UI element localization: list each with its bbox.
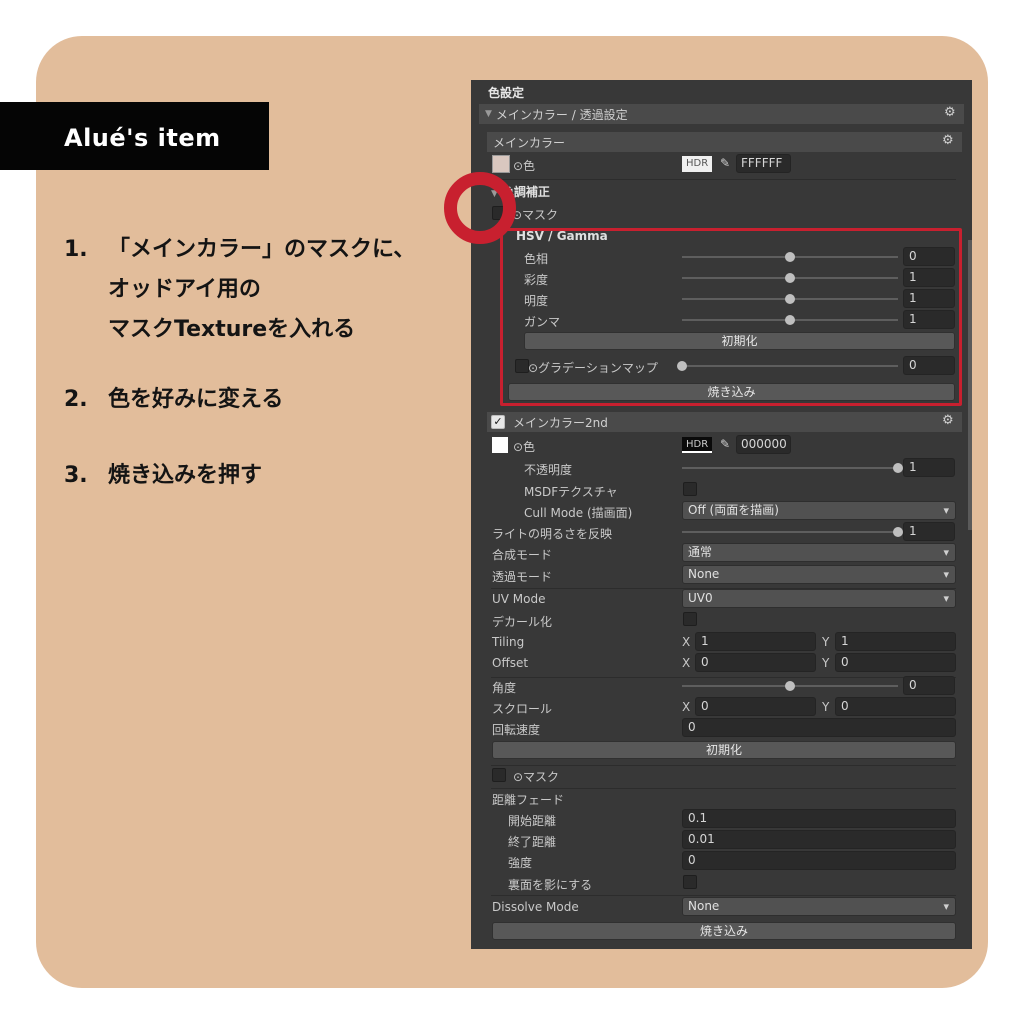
step-3: 3. 焼き込みを押す (64, 456, 415, 496)
badge-text: Alué's item (64, 124, 221, 152)
uv-mode-dropdown[interactable]: UV0 (682, 589, 956, 608)
divider (491, 788, 956, 789)
rotate-speed-field[interactable]: 0 (682, 718, 956, 737)
main-color-2nd-hex[interactable]: 000000 (736, 435, 791, 454)
tiling-y-field[interactable]: 1 (835, 632, 956, 651)
scroll-x-field[interactable]: 0 (695, 697, 816, 716)
section-header-label: メインカラー / 透過設定 (495, 107, 628, 122)
fade-start-label: 開始距離 (508, 814, 557, 828)
divider (491, 765, 956, 766)
axis-y-label: Y (822, 635, 830, 649)
gear-icon[interactable]: ⚙ (944, 106, 956, 119)
msdf-checkbox[interactable] (683, 482, 697, 496)
dissolve-mode-dropdown[interactable]: None (682, 897, 956, 916)
panel-title: 色設定 (488, 86, 525, 100)
mask-2nd-slot[interactable] (492, 768, 506, 782)
main-color-2nd-header-label: メインカラー2nd (513, 415, 608, 430)
tiling-label: Tiling (492, 635, 525, 649)
axis-x-label: X (682, 656, 691, 670)
dissolve-mode-label: Dissolve Mode (492, 900, 579, 914)
divider (491, 677, 956, 678)
cull-mode-label: Cull Mode (描画面) (524, 506, 633, 520)
author-badge: Alué's item (0, 102, 269, 170)
hdr-tag: HDR (682, 437, 713, 453)
offset-label: Offset (492, 656, 529, 670)
scroll-label: スクロール (492, 702, 553, 716)
offset-x-field[interactable]: 0 (695, 653, 816, 672)
rotate-speed-label: 回転速度 (492, 723, 541, 737)
strength-label: 強度 (508, 856, 533, 870)
main-color-2nd-color-label: ⊙色 (513, 440, 536, 454)
mask-label: ⊙マスク (512, 208, 559, 222)
eyedropper-icon[interactable]: ✎ (720, 156, 730, 170)
light-label: ライトの明るさを反映 (492, 527, 613, 541)
section-header-main[interactable]: ▼ メインカラー / 透過設定 ⚙ (479, 104, 964, 124)
backface-shadow-label: 裏面を影にする (508, 878, 593, 892)
distance-fade-label: 距離フェード (492, 793, 565, 807)
step-text: 焼き込みを押す (108, 463, 263, 488)
step-number: 2. (64, 387, 88, 412)
backface-shadow-checkbox[interactable] (683, 875, 697, 889)
slider-knob[interactable] (893, 527, 903, 537)
step-text: 「メインカラー」のマスクに、 オッドアイ用の マスクTextureを入れる (108, 237, 416, 342)
main-color-header[interactable]: メインカラー ⚙ (487, 132, 962, 152)
tiling-x-field[interactable]: 1 (695, 632, 816, 651)
blend-mode-label: 合成モード (492, 548, 553, 562)
main-texture-thumbnail[interactable] (492, 155, 510, 173)
step-2: 2. 色を好みに変える (64, 380, 415, 420)
step-text: 色を好みに変える (108, 387, 284, 412)
cull-mode-dropdown[interactable]: Off (両面を描画) (682, 501, 956, 520)
fade-end-label: 終了距離 (508, 835, 557, 849)
main-color-2nd-texture[interactable] (492, 437, 508, 453)
decal-label: デカール化 (492, 615, 553, 629)
foldout-arrow-icon[interactable]: ▼ (485, 109, 492, 119)
angle-field[interactable]: 0 (903, 676, 955, 695)
decal-checkbox[interactable] (683, 612, 697, 626)
opacity-label: 不透明度 (524, 463, 573, 477)
main-color-hex[interactable]: FFFFFF (736, 154, 791, 173)
offset-y-field[interactable]: 0 (835, 653, 956, 672)
highlight-ring (444, 172, 516, 244)
checkbox-icon[interactable]: ✓ (491, 415, 505, 429)
main-color-label: ⊙色 (513, 159, 536, 173)
highlight-box (500, 228, 962, 406)
strength-field[interactable]: 0 (682, 851, 956, 870)
angle-label: 角度 (492, 681, 517, 695)
scrollbar[interactable] (968, 240, 972, 530)
mask-2nd-label: ⊙マスク (513, 770, 560, 784)
step-number: 3. (64, 463, 88, 488)
reset-uv-button[interactable]: 初期化 (492, 741, 956, 759)
alpha-mode-label: 透過モード (492, 570, 553, 584)
step-1: 1. 「メインカラー」のマスクに、 オッドアイ用の マスクTextureを入れる (64, 230, 415, 350)
msdf-label: MSDFテクスチャ (524, 485, 618, 499)
axis-y-label: Y (822, 700, 830, 714)
divider (491, 895, 956, 896)
hdr-tag: HDR (682, 156, 713, 172)
divider (487, 179, 956, 180)
bake-button-2nd[interactable]: 焼き込み (492, 922, 956, 940)
main-color-2nd-header[interactable]: ✓ メインカラー2nd ⚙ (487, 412, 962, 432)
axis-x-label: X (682, 635, 691, 649)
uv-mode-label: UV Mode (492, 592, 546, 606)
scroll-y-field[interactable]: 0 (835, 697, 956, 716)
inspector-panel: 色設定 ▼ メインカラー / 透過設定 ⚙ メインカラー ⚙ ⊙色 HDR ✎ … (471, 80, 972, 949)
eyedropper-icon[interactable]: ✎ (720, 437, 730, 451)
slider-knob[interactable] (893, 463, 903, 473)
axis-y-label: Y (822, 656, 830, 670)
main-color-header-label: メインカラー (493, 135, 566, 150)
gear-icon[interactable]: ⚙ (942, 134, 954, 147)
slider-knob[interactable] (785, 681, 795, 691)
axis-x-label: X (682, 700, 691, 714)
instruction-steps: 1. 「メインカラー」のマスクに、 オッドアイ用の マスクTextureを入れる… (64, 230, 415, 496)
fade-start-field[interactable]: 0.1 (682, 809, 956, 828)
slider-track[interactable] (682, 467, 898, 469)
fade-end-field[interactable]: 0.01 (682, 830, 956, 849)
alpha-mode-dropdown[interactable]: None (682, 565, 956, 584)
light-field[interactable]: 1 (903, 522, 955, 541)
blend-mode-dropdown[interactable]: 通常 (682, 543, 956, 562)
gear-icon[interactable]: ⚙ (942, 414, 954, 427)
slider-track[interactable] (682, 531, 898, 533)
opacity-field[interactable]: 1 (903, 458, 955, 477)
step-number: 1. (64, 237, 88, 262)
